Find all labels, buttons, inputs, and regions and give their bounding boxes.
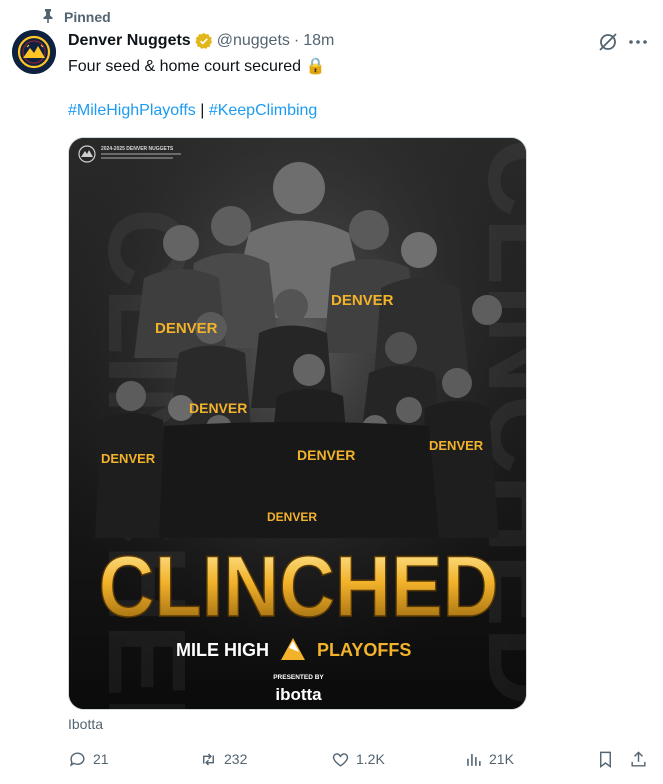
mile-high-text: MILE HIGH — [176, 640, 269, 660]
share-button[interactable] — [629, 748, 648, 770]
reply-count: 21 — [93, 751, 109, 767]
bookmark-button[interactable] — [596, 748, 615, 770]
poster-header-text: 2024-2025 DENVER NUGGETS — [101, 146, 174, 152]
jersey-text: DENVER — [297, 447, 355, 463]
more-options-button[interactable] — [625, 30, 651, 54]
media-image[interactable]: CLINCHED CLINCHED 2024-2025 DENVER NUGGE… — [68, 137, 527, 710]
jersey-text: DENVER — [155, 320, 218, 337]
reply-button[interactable]: 21 — [68, 748, 109, 770]
retweet-button[interactable]: 232 — [199, 748, 247, 770]
verified-badge-icon — [195, 32, 213, 50]
pinned-label: Pinned — [64, 9, 111, 25]
presented-by-text: PRESENTED BY — [273, 674, 324, 681]
analytics-icon — [467, 753, 481, 766]
grok-button[interactable] — [595, 30, 621, 54]
retweet-icon — [203, 752, 214, 766]
pin-icon — [40, 8, 56, 27]
more-icon — [629, 40, 647, 44]
pinned-indicator: Pinned — [40, 7, 111, 27]
jersey-text: DENVER — [429, 438, 484, 453]
clinched-poster: CLINCHED CLINCHED 2024-2025 DENVER NUGGE… — [69, 138, 526, 709]
headline: CLINCHED — [99, 539, 499, 635]
timestamp[interactable]: 18m — [303, 32, 334, 50]
jersey-text: DENVER — [331, 292, 394, 309]
like-count: 1.2K — [356, 751, 385, 767]
source-label[interactable]: Ibotta — [68, 716, 103, 732]
retweet-count: 232 — [224, 751, 248, 767]
grok-icon — [599, 33, 617, 51]
separator-dot: · — [293, 32, 300, 49]
views-count: 21K — [489, 751, 514, 767]
jersey-text: DENVER — [101, 451, 156, 466]
tweet-header: Denver Nuggets @nuggets · 18m — [68, 30, 334, 52]
sponsor-logo-text: ibotta — [275, 685, 322, 704]
hashtag-line: #MileHighPlayoffs | #KeepClimbing — [68, 100, 317, 122]
share-icon — [631, 750, 646, 767]
bookmark-icon — [600, 751, 611, 768]
playoffs-text: PLAYOFFS — [317, 640, 411, 660]
display-name[interactable]: Denver Nuggets — [68, 32, 191, 50]
hashtag-keep-climbing[interactable]: #KeepClimbing — [209, 102, 318, 119]
handle[interactable]: @nuggets — [217, 32, 290, 50]
jersey-text: DENVER — [267, 510, 317, 524]
views-button[interactable]: 21K — [464, 748, 514, 770]
hashtag-mile-high-playoffs[interactable]: #MileHighPlayoffs — [68, 102, 196, 119]
heart-icon — [332, 752, 349, 767]
reply-icon — [70, 751, 85, 767]
hashtag-separator: | — [195, 102, 209, 119]
tweet-text: Four seed & home court secured 🔒 — [68, 58, 326, 75]
jersey-text: DENVER — [189, 400, 247, 416]
avatar[interactable] — [12, 30, 56, 74]
like-button[interactable]: 1.2K — [331, 748, 385, 770]
nuggets-logo-icon — [12, 30, 56, 74]
